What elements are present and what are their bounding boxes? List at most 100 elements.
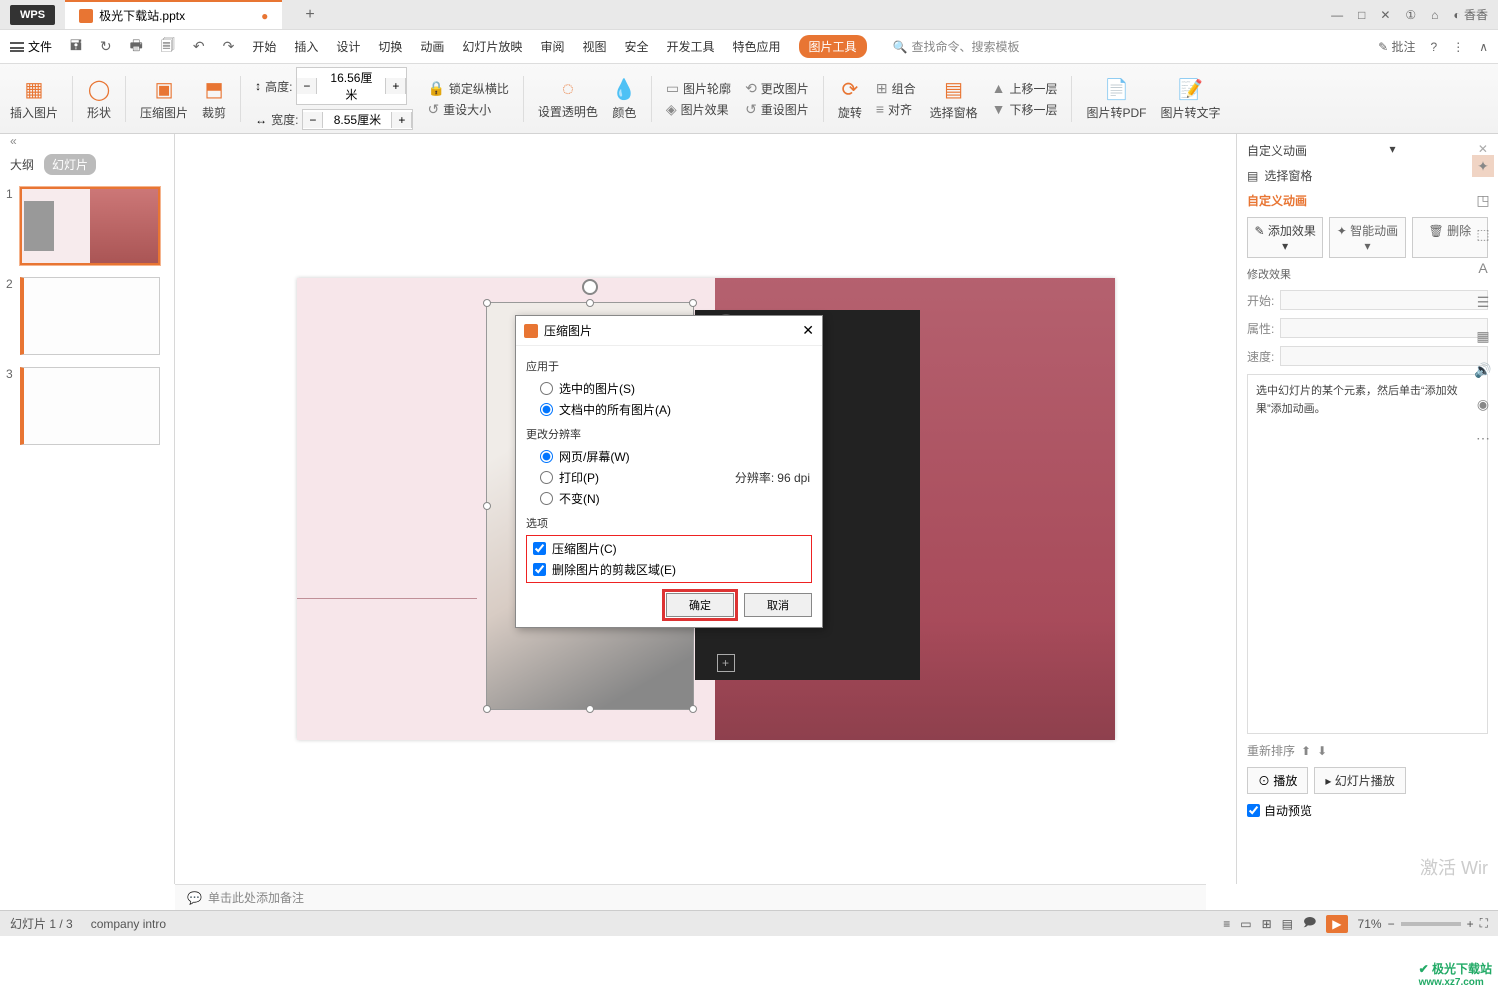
zoom-in-icon[interactable]: + xyxy=(717,654,735,672)
slide-thumb-3[interactable]: 3 xyxy=(6,367,168,445)
shapes-button[interactable]: ◯形状 xyxy=(87,77,111,121)
menu-picture-tools[interactable]: 图片工具 xyxy=(799,35,867,58)
dropdown-icon[interactable]: ▾ xyxy=(1389,142,1395,159)
radio-none[interactable]: 不变(N) xyxy=(526,488,812,509)
outline-button[interactable]: ▭图片轮廓 xyxy=(666,80,731,97)
slideshow-button[interactable]: ▸ 幻灯片播放 xyxy=(1314,767,1405,794)
menu-security[interactable]: 安全 xyxy=(624,38,648,55)
insert-picture-button[interactable]: ▦插入图片 xyxy=(10,77,58,121)
collapse-thumbs-icon[interactable]: « xyxy=(0,134,174,148)
search-box[interactable]: 🔍 查找命令、搜索模板 xyxy=(893,38,1020,55)
send-backward-button[interactable]: ▼下移一层 xyxy=(992,101,1058,118)
bring-forward-button[interactable]: ▲上移一层 xyxy=(992,80,1058,97)
view-comment-icon[interactable]: 🗩 xyxy=(1303,913,1316,934)
resize-handle[interactable] xyxy=(483,502,491,510)
window-max-icon[interactable]: □ xyxy=(1358,8,1365,22)
notes-toggle-icon[interactable]: ≡ xyxy=(1223,917,1230,931)
view-normal-icon[interactable]: ▭ xyxy=(1240,917,1251,931)
resize-handle[interactable] xyxy=(689,299,697,307)
outline-tab[interactable]: 大纲 xyxy=(10,156,34,173)
start-select[interactable] xyxy=(1280,290,1488,310)
fit-icon[interactable]: ⛶ xyxy=(1480,916,1488,931)
radio-print[interactable]: 打印(P) xyxy=(526,467,599,488)
slide-thumb-2[interactable]: 2 xyxy=(6,277,168,355)
side-tab-8[interactable]: ◉ xyxy=(1472,393,1494,415)
zoom-slider[interactable] xyxy=(1401,922,1461,926)
notes-bar[interactable]: 💬单击此处添加备注 xyxy=(175,884,1206,910)
annotate-button[interactable]: ✎ 批注 xyxy=(1378,38,1415,55)
file-menu[interactable]: 文件 xyxy=(10,38,52,55)
radio-all[interactable]: 文档中的所有图片(A) xyxy=(526,399,812,420)
resize-handle[interactable] xyxy=(586,299,594,307)
menu-insert[interactable]: 插入 xyxy=(294,38,318,55)
speed-select[interactable] xyxy=(1280,346,1488,366)
change-picture-button[interactable]: ⟲更改图片 xyxy=(745,80,809,97)
menu-design[interactable]: 设计 xyxy=(336,38,360,55)
menu-review[interactable]: 审阅 xyxy=(540,38,564,55)
menu-start[interactable]: 开始 xyxy=(252,38,276,55)
gift-icon[interactable]: ⌂ xyxy=(1431,8,1438,22)
check-compress[interactable]: 压缩图片(C) xyxy=(533,538,805,559)
lock-aspect-button[interactable]: 🔒锁定纵横比 xyxy=(427,80,508,97)
print-icon[interactable]: 🖶 xyxy=(130,35,143,59)
to-text-button[interactable]: 📝图片转文字 xyxy=(1160,77,1220,121)
effect-button[interactable]: ◈图片效果 xyxy=(666,101,731,118)
user-avatar[interactable]: ◐ 香香 xyxy=(1453,6,1488,23)
dialog-close-icon[interactable]: ✕ xyxy=(802,322,814,339)
refresh-icon[interactable]: ↻ xyxy=(100,38,112,55)
redo-icon[interactable]: ↷ xyxy=(223,38,235,55)
menu-special[interactable]: 特色应用 xyxy=(733,38,781,55)
side-tab-sound[interactable]: 🔊 xyxy=(1472,359,1494,381)
reset-size-button[interactable]: ↺重设大小 xyxy=(427,101,508,118)
menu-devtools[interactable]: 开发工具 xyxy=(666,38,714,55)
add-effect-button[interactable]: ✎ 添加效果 ▾ xyxy=(1247,217,1323,258)
move-up-icon[interactable]: ⬆ xyxy=(1301,744,1311,758)
crop-button[interactable]: ⬒裁剪 xyxy=(202,77,226,121)
auto-preview-checkbox[interactable]: 自动预览 xyxy=(1247,802,1488,819)
play-button[interactable]: ⊙ 播放 xyxy=(1247,767,1308,794)
side-tab-9[interactable]: ⋯ xyxy=(1472,427,1494,449)
menu-view[interactable]: 视图 xyxy=(582,38,606,55)
menu-animation[interactable]: 动画 xyxy=(420,38,444,55)
resize-handle[interactable] xyxy=(483,705,491,713)
rotate-button[interactable]: ⟳旋转 xyxy=(838,77,862,121)
smart-anim-button[interactable]: ✦ 智能动画 ▾ xyxy=(1329,217,1405,258)
window-close-icon[interactable]: ✕ xyxy=(1380,8,1390,22)
radio-selected[interactable]: 选中的图片(S) xyxy=(526,378,812,399)
document-tab[interactable]: 极光下载站.pptx ● xyxy=(65,0,282,29)
window-min-icon[interactable]: — xyxy=(1331,8,1343,22)
zoom-out-button[interactable]: − xyxy=(1388,917,1395,931)
resize-handle[interactable] xyxy=(483,299,491,307)
view-reading-icon[interactable]: ▤ xyxy=(1282,917,1293,931)
new-tab-button[interactable]: + xyxy=(297,6,322,24)
color-button[interactable]: 💧颜色 xyxy=(612,77,637,121)
print-preview-icon[interactable]: 🗐 xyxy=(161,35,175,59)
height-input[interactable]: −16.56厘米+ xyxy=(296,67,407,105)
side-tab-2[interactable]: ◳ xyxy=(1472,189,1494,211)
resize-handle[interactable] xyxy=(586,705,594,713)
move-down-icon[interactable]: ⬇ xyxy=(1317,744,1327,758)
badge-icon[interactable]: ① xyxy=(1405,8,1416,22)
slideshow-start-icon[interactable]: ▶ xyxy=(1326,915,1347,933)
zoom-in-button[interactable]: + xyxy=(1467,917,1474,931)
cancel-button[interactable]: 取消 xyxy=(744,593,812,617)
reset-picture-button[interactable]: ↺重设图片 xyxy=(745,101,809,118)
side-tab-image[interactable]: ▦ xyxy=(1472,325,1494,347)
width-input[interactable]: −8.55厘米+ xyxy=(302,109,413,130)
selection-pane-link[interactable]: ▤选择窗格 xyxy=(1247,167,1488,184)
help-icon[interactable]: ? xyxy=(1431,40,1438,54)
undo-icon[interactable]: ↶ xyxy=(193,38,205,55)
resize-handle[interactable] xyxy=(689,705,697,713)
rotate-handle[interactable] xyxy=(582,279,598,295)
radio-web[interactable]: 网页/屏幕(W) xyxy=(526,446,812,467)
save-icon[interactable]: 🖬 xyxy=(70,35,82,59)
side-tab-5[interactable]: ☰ xyxy=(1472,291,1494,313)
align-button[interactable]: ≡对齐 xyxy=(876,101,916,118)
more-icon[interactable]: ⋮ xyxy=(1452,40,1464,54)
compress-picture-button[interactable]: ▣压缩图片 xyxy=(140,77,188,121)
collapse-ribbon-icon[interactable]: ∧ xyxy=(1479,40,1488,54)
group-button[interactable]: ⊞组合 xyxy=(876,80,916,97)
check-delete-crop[interactable]: 删除图片的剪裁区域(E) xyxy=(533,559,805,580)
slides-tab[interactable]: 幻灯片 xyxy=(44,154,96,175)
side-tab-3[interactable]: ⬚ xyxy=(1472,223,1494,245)
